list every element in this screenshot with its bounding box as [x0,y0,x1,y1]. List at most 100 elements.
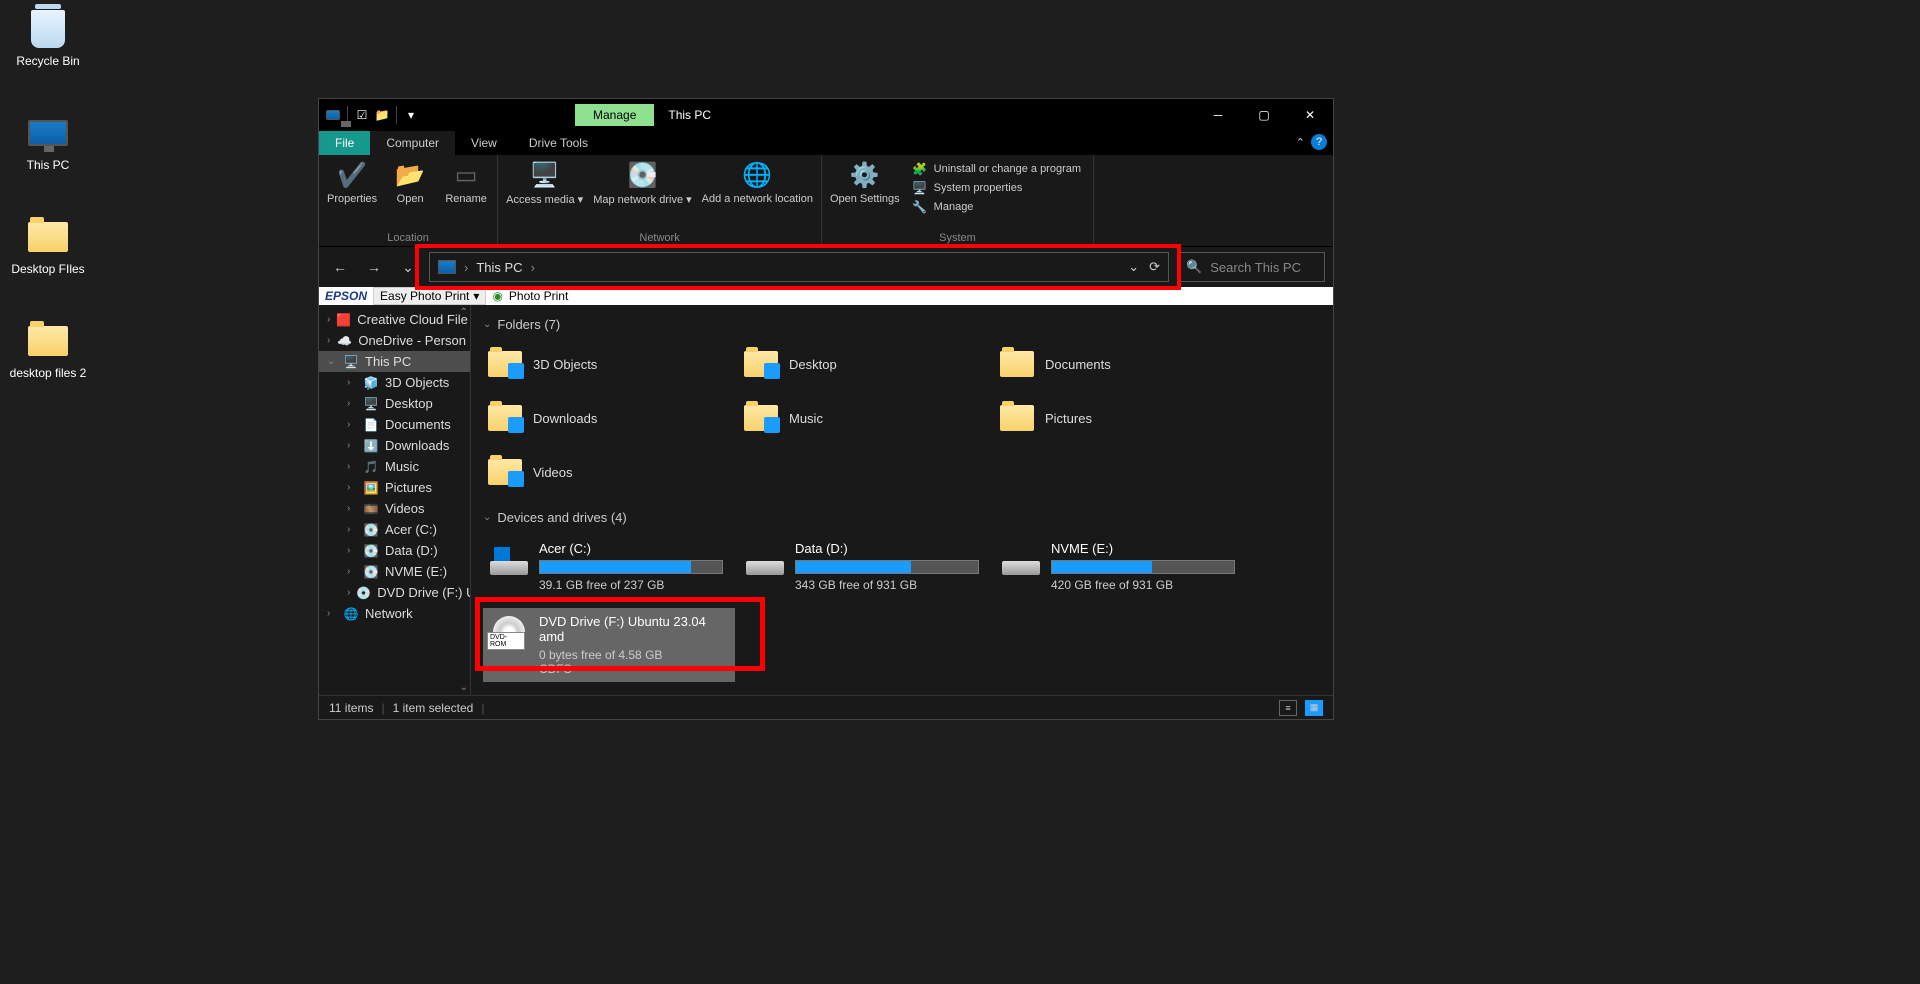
manage-button[interactable]: 🔧Manage [912,199,1081,215]
forward-button[interactable]: → [361,254,387,280]
search-input[interactable]: 🔍 Search This PC [1177,252,1325,282]
tab-computer[interactable]: Computer [370,131,455,155]
qat-dropdown-icon[interactable]: ▾ [403,107,419,123]
photo-print-button[interactable]: Photo Print [509,289,568,303]
chevron-icon[interactable]: ⌄ [327,356,337,367]
collapse-ribbon-icon[interactable]: ⌃ [1296,136,1305,149]
tree-item[interactable]: ›⬇️Downloads [319,435,470,456]
folder-item[interactable]: Pictures [995,396,1247,440]
close-button[interactable]: ✕ [1287,99,1333,131]
tree-item[interactable]: ›📄Documents [319,414,470,435]
folders-group-header[interactable]: ⌄ Folders (7) [483,317,1321,332]
properties-button[interactable]: ✔️Properties [327,159,377,205]
divider: | [381,701,384,715]
chevron-icon[interactable]: › [327,314,330,325]
drive-item[interactable]: Acer (C:) 39.1 GB free of 237 GB [483,535,735,598]
refresh-icon[interactable]: ⟳ [1149,259,1160,275]
chevron-icon[interactable]: › [347,398,357,409]
address-dropdown-icon[interactable]: ⌄ [1128,259,1139,275]
breadcrumb-separator[interactable]: › [464,260,468,275]
chevron-icon[interactable]: › [327,335,331,346]
rename-button[interactable]: ▭Rename [443,159,489,205]
chevron-icon[interactable]: › [347,377,357,388]
map-network-drive-button[interactable]: 💽Map network drive ▾ [593,159,691,206]
folder-item[interactable]: Music [739,396,991,440]
navigation-tree[interactable]: ⌃ ›🟥Creative Cloud File›☁️OneDrive - Per… [319,305,471,695]
address-bar[interactable]: › This PC › ⌄ ⟳ [429,252,1169,282]
help-icon[interactable]: ? [1311,134,1327,150]
recent-locations-button[interactable]: ⌄ [395,254,421,280]
content-pane[interactable]: ⌄ Folders (7) 3D ObjectsDesktopDocuments… [471,305,1333,695]
tree-item[interactable]: ›🖼️Pictures [319,477,470,498]
quick-access-toolbar: ☑ 📁 ▾ [319,106,425,124]
drive-item[interactable]: DVD-ROMDVD Drive (F:) Ubuntu 23.04 amd0 … [483,608,735,682]
system-properties-button[interactable]: 🖥️System properties [912,180,1081,196]
chevron-icon[interactable]: › [347,545,357,556]
easy-photo-print-button[interactable]: Easy Photo Print▾ [373,287,486,305]
chevron-icon[interactable]: › [347,461,357,472]
tree-item[interactable]: ›💿DVD Drive (F:) U [319,582,470,603]
tree-item[interactable]: ›🎞️Videos [319,498,470,519]
chevron-icon[interactable]: › [347,482,357,493]
drives-group-header[interactable]: ⌄ Devices and drives (4) [483,510,1321,525]
minimize-button[interactable]: ─ [1195,99,1241,131]
tree-item[interactable]: ›🧊3D Objects [319,372,470,393]
tree-scroll-up-icon[interactable]: ⌃ [460,307,468,318]
chevron-icon[interactable]: › [347,524,357,535]
drive-free-space: 39.1 GB free of 237 GB [539,578,729,592]
chevron-icon[interactable]: › [327,608,337,619]
folder-item[interactable]: Documents [995,342,1247,386]
tab-drive-tools[interactable]: Drive Tools [513,131,604,155]
tree-item[interactable]: ›🎵Music [319,456,470,477]
tab-view[interactable]: View [455,131,513,155]
desktop-icon-label: Desktop FIles [8,262,88,276]
folder-item[interactable]: Downloads [483,396,735,440]
chevron-icon[interactable]: › [347,587,350,598]
open-button[interactable]: 📂Open [387,159,433,205]
tree-item-label: Creative Cloud File [357,312,468,327]
folder-icon [28,326,68,356]
chevron-icon[interactable]: › [347,503,357,514]
maximize-button[interactable]: ▢ [1241,99,1287,131]
access-media-button[interactable]: 🖥️Access media ▾ [506,159,583,206]
uninstall-program-button[interactable]: 🧩Uninstall or change a program [912,161,1081,177]
status-bar: 11 items | 1 item selected | ≡ ▦ [319,695,1333,719]
desktop-icon-this-pc[interactable]: This PC [8,112,88,172]
chevron-icon[interactable]: › [347,566,357,577]
breadcrumb-separator[interactable]: › [531,260,535,275]
tree-item[interactable]: ›🟥Creative Cloud File [319,309,470,330]
desktop-icon-recycle-bin[interactable]: Recycle Bin [8,8,88,68]
desktop-icon-desktop-files-2[interactable]: desktop files 2 [8,320,88,380]
back-button[interactable]: ← [327,254,353,280]
tree-item[interactable]: ›🖥️Desktop [319,393,470,414]
tree-item-label: 3D Objects [385,375,449,390]
drive-tools-context-tab[interactable]: Manage [575,104,654,126]
photo-print-icon: ◉ [492,289,502,303]
properties-qat-icon[interactable]: ☑ [354,107,370,123]
breadcrumb[interactable]: This PC [476,260,522,275]
large-icons-view-button[interactable]: ▦ [1305,700,1323,716]
drive-item[interactable]: Data (D:)343 GB free of 931 GB [739,535,991,598]
tree-scroll-down-icon[interactable]: ⌄ [460,682,468,693]
folder-qat-icon[interactable]: 📁 [374,107,390,123]
add-network-location-button[interactable]: 🌐Add a network location [702,159,813,206]
drive-name: Acer (C:) [539,541,729,556]
tab-file[interactable]: File [319,131,370,155]
chevron-icon[interactable]: › [347,440,357,451]
tree-item[interactable]: ›🌐Network [319,603,470,624]
folder-item[interactable]: Desktop [739,342,991,386]
tree-item[interactable]: ›💽Acer (C:) [319,519,470,540]
folder-item[interactable]: 3D Objects [483,342,735,386]
drive-item[interactable]: NVME (E:)420 GB free of 931 GB [995,535,1247,598]
titlebar[interactable]: ☑ 📁 ▾ Manage This PC ─ ▢ ✕ [319,99,1333,131]
desktop-icon-desktop-files[interactable]: Desktop FIles [8,216,88,276]
folder-item[interactable]: Videos [483,450,735,494]
details-view-button[interactable]: ≡ [1279,700,1297,716]
chevron-down-icon: ⌄ [483,512,491,523]
tree-item[interactable]: ›💽NVME (E:) [319,561,470,582]
open-settings-button[interactable]: ⚙️Open Settings [830,159,900,217]
tree-item[interactable]: ⌄🖥️This PC [319,351,470,372]
tree-item[interactable]: ›💽Data (D:) [319,540,470,561]
tree-item[interactable]: ›☁️OneDrive - Person [319,330,470,351]
chevron-icon[interactable]: › [347,419,357,430]
